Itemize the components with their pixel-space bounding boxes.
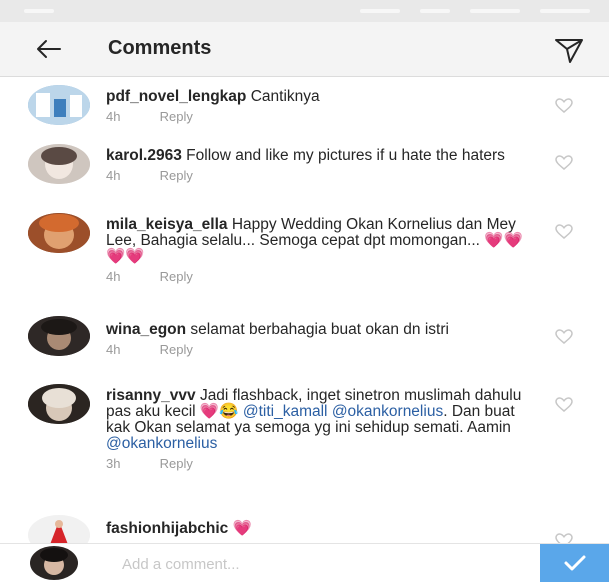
heart-outline-icon[interactable]	[554, 223, 574, 241]
comment-username[interactable]: mila_keisya_ella	[106, 216, 228, 233]
reply-button[interactable]: Reply	[160, 269, 193, 284]
heart-outline-icon[interactable]	[554, 154, 574, 172]
paper-plane-icon	[555, 39, 583, 63]
back-button[interactable]	[30, 36, 70, 62]
reply-button[interactable]: Reply	[160, 168, 193, 183]
comment-composer	[0, 543, 609, 582]
comment-text: selamat berbahagia buat okan dn istri	[190, 321, 449, 338]
post-button[interactable]	[540, 544, 609, 582]
comment-item: pdf_novel_lengkap Cantiknya 4h Reply	[0, 77, 609, 140]
comment-item: wina_egon selamat berbahagia buat okan d…	[0, 316, 609, 382]
comment-text: Follow and like my pictures if u hate th…	[186, 147, 505, 164]
comment-item: fashionhijabchic 💗	[0, 512, 609, 543]
comment-username[interactable]: wina_egon	[106, 321, 186, 338]
comment-username[interactable]: karol.2963	[106, 147, 182, 164]
avatar[interactable]	[28, 144, 90, 184]
avatar	[30, 546, 78, 580]
comment-time: 4h	[106, 168, 121, 183]
heart-outline-icon[interactable]	[554, 532, 574, 543]
comment-time: 4h	[106, 269, 121, 284]
mention-link[interactable]: @okankornelius	[332, 403, 443, 420]
avatar[interactable]	[28, 85, 90, 125]
comment-time: 4h	[106, 342, 121, 357]
arrow-left-icon	[37, 40, 61, 58]
comment-item: mila_keisya_ella Happy Wedding Okan Korn…	[0, 211, 609, 316]
avatar[interactable]	[28, 213, 90, 253]
heart-outline-icon[interactable]	[554, 396, 574, 414]
comment-list[interactable]: pdf_novel_lengkap Cantiknya 4h Reply kar…	[0, 77, 609, 543]
page-title: Comments	[108, 37, 212, 59]
comment-time: 4h	[106, 109, 121, 124]
comment-item: karol.2963 Follow and like my pictures i…	[0, 140, 609, 211]
heart-outline-icon[interactable]	[554, 328, 574, 346]
checkmark-icon	[564, 555, 586, 571]
reply-button[interactable]: Reply	[160, 342, 193, 357]
avatar[interactable]	[28, 384, 90, 424]
comment-username[interactable]: fashionhijabchic	[106, 520, 228, 537]
heart-outline-icon[interactable]	[554, 97, 574, 115]
mention-link[interactable]: @titi_kamall	[243, 403, 328, 420]
comment-input[interactable]	[120, 552, 524, 576]
comment-username[interactable]: risanny_vvv	[106, 387, 196, 404]
comment-item: risanny_vvv Jadi flashback, inget sinetr…	[0, 382, 609, 512]
avatar[interactable]	[28, 515, 90, 543]
reply-button[interactable]: Reply	[160, 109, 193, 124]
send-button[interactable]	[552, 34, 586, 66]
comment-emoji: 💗😂	[199, 403, 239, 420]
comment-time: 3h	[106, 456, 121, 471]
comment-text: Cantiknya	[250, 88, 320, 105]
reply-button[interactable]: Reply	[160, 456, 193, 471]
header: Comments	[0, 22, 609, 77]
status-bar	[0, 0, 609, 22]
avatar[interactable]	[28, 316, 90, 356]
comment-username[interactable]: pdf_novel_lengkap	[106, 88, 246, 105]
comment-emoji: 💗	[232, 520, 252, 537]
mention-link[interactable]: @okankornelius	[106, 435, 217, 452]
